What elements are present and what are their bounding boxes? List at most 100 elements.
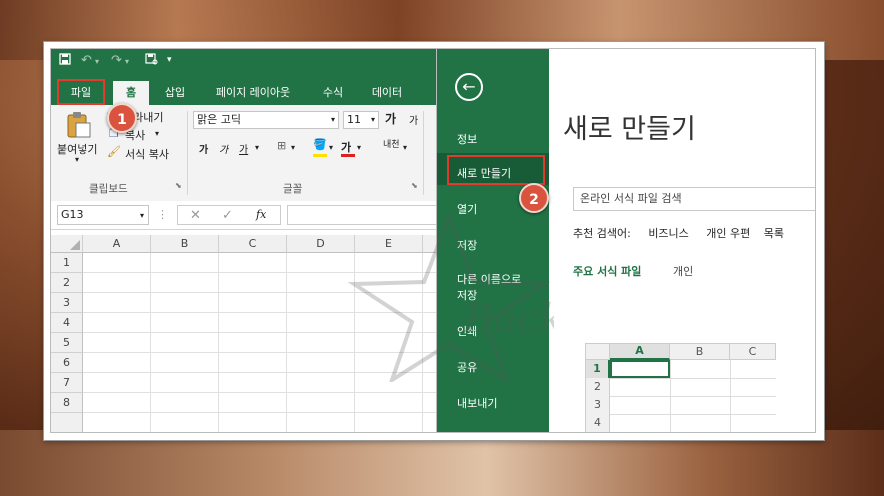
shrink-font-button[interactable]: 가 <box>409 112 418 127</box>
worksheet-cell[interactable] <box>287 293 355 313</box>
redo-dropdown-icon[interactable]: ▾ <box>125 57 129 66</box>
fill-color-dropdown-icon[interactable]: ▾ <box>329 143 333 152</box>
worksheet-cell[interactable] <box>151 293 219 313</box>
underline-button[interactable]: 가 <box>239 141 248 156</box>
column-header-b[interactable]: B <box>151 235 219 253</box>
row-header[interactable]: 1 <box>51 253 83 273</box>
customize-qat-icon[interactable]: ▾ <box>167 55 172 65</box>
blank-workbook-thumbnail[interactable]: A B C 1 2 3 4 <box>585 343 776 432</box>
tab-data[interactable]: 데이터 <box>363 81 411 105</box>
worksheet-cell[interactable] <box>355 413 423 432</box>
tab-featured[interactable]: 주요 서식 파일 <box>573 263 641 279</box>
worksheet-cell[interactable] <box>219 273 287 293</box>
worksheet-cell[interactable] <box>151 353 219 373</box>
worksheet-cell[interactable] <box>151 333 219 353</box>
redo-icon[interactable]: ↷ <box>111 53 122 68</box>
worksheet-cell[interactable] <box>83 373 151 393</box>
column-header-e[interactable]: E <box>355 235 423 253</box>
suggest-link-business[interactable]: 비즈니스 <box>648 227 688 240</box>
worksheet-cell[interactable] <box>287 253 355 273</box>
undo-icon[interactable]: ↶ <box>81 53 92 68</box>
font-color-dropdown-icon[interactable]: ▾ <box>357 143 361 152</box>
worksheet-cell[interactable] <box>151 273 219 293</box>
worksheet-cell[interactable] <box>219 313 287 333</box>
worksheet-cell[interactable] <box>219 293 287 313</box>
worksheet-cell[interactable] <box>83 293 151 313</box>
worksheet-cell[interactable] <box>355 393 423 413</box>
worksheet-cell[interactable] <box>287 393 355 413</box>
format-painter-button[interactable]: 서식 복사 <box>125 146 169 162</box>
worksheet-cell[interactable] <box>83 393 151 413</box>
row-header[interactable]: 5 <box>51 333 83 353</box>
worksheet-cell[interactable] <box>219 353 287 373</box>
paste-button[interactable]: 붙여넣기 ▾ <box>57 109 101 167</box>
tab-home[interactable]: 홈 <box>113 81 149 105</box>
worksheet-cell[interactable] <box>151 373 219 393</box>
phonetic-button[interactable]: 내천 <box>383 137 400 150</box>
row-header[interactable]: 7 <box>51 373 83 393</box>
border-dropdown-icon[interactable]: ▾ <box>291 143 295 152</box>
row-header[interactable]: 3 <box>51 293 83 313</box>
format-painter-icon[interactable]: 🖌 <box>107 145 121 158</box>
clipboard-launcher-icon[interactable]: ⬊ <box>175 181 182 190</box>
insert-function-button[interactable]: fx <box>256 208 266 221</box>
select-all-corner[interactable] <box>51 235 83 253</box>
row-header[interactable]: 4 <box>51 313 83 333</box>
worksheet-cell[interactable] <box>83 253 151 273</box>
worksheet-cell[interactable] <box>355 273 423 293</box>
worksheet-cell[interactable] <box>219 393 287 413</box>
row-header[interactable] <box>51 413 83 432</box>
underline-dropdown-icon[interactable]: ▾ <box>255 143 259 152</box>
font-size-dropdown[interactable]: 11 ▾ <box>343 111 379 129</box>
tab-insert[interactable]: 삽입 <box>157 81 193 105</box>
worksheet-cell[interactable] <box>355 353 423 373</box>
backstage-item-open[interactable]: 열기 <box>457 201 477 217</box>
row-header[interactable]: 2 <box>51 273 83 293</box>
worksheet-cell[interactable] <box>287 333 355 353</box>
row-header[interactable]: 8 <box>51 393 83 413</box>
italic-button[interactable]: 가 <box>219 141 228 156</box>
font-color-button[interactable]: 가 <box>341 139 351 155</box>
worksheet-cell[interactable] <box>219 373 287 393</box>
tab-personal[interactable]: 개인 <box>673 263 693 279</box>
back-button[interactable]: ← <box>455 73 483 101</box>
enter-icon[interactable]: ✓ <box>222 208 233 223</box>
suggest-link-list[interactable]: 목록 <box>764 227 784 240</box>
phonetic-dropdown-icon[interactable]: ▾ <box>403 143 407 152</box>
backstage-item-save-as[interactable]: 다른 이름으로 저장 <box>457 271 521 303</box>
suggest-link-personal[interactable]: 개인 우편 <box>706 227 750 240</box>
border-icon[interactable]: ⊞ <box>277 139 286 152</box>
backstage-item-save[interactable]: 저장 <box>457 237 477 253</box>
grow-font-button[interactable]: 가 <box>385 110 396 127</box>
undo-dropdown-icon[interactable]: ▾ <box>95 57 99 66</box>
worksheet-cell[interactable] <box>83 273 151 293</box>
worksheet-cell[interactable] <box>355 253 423 273</box>
worksheet-cell[interactable] <box>151 393 219 413</box>
worksheet-cell[interactable] <box>287 353 355 373</box>
save-icon[interactable] <box>59 53 71 69</box>
template-search-input[interactable]: 온라인 서식 파일 검색 <box>573 187 815 211</box>
cancel-icon[interactable]: ✕ <box>190 208 201 223</box>
worksheet-cell[interactable] <box>83 333 151 353</box>
print-preview-icon[interactable] <box>145 53 158 69</box>
worksheet-cell[interactable] <box>83 313 151 333</box>
backstage-item-export[interactable]: 내보내기 <box>457 395 497 411</box>
worksheet-cell[interactable] <box>355 293 423 313</box>
worksheet-cell[interactable] <box>355 333 423 353</box>
worksheet-cell[interactable] <box>219 333 287 353</box>
backstage-item-info[interactable]: 정보 <box>457 131 477 147</box>
worksheet-cell[interactable] <box>151 413 219 432</box>
column-header-d[interactable]: D <box>287 235 355 253</box>
worksheet-cell[interactable] <box>355 373 423 393</box>
column-header-c[interactable]: C <box>219 235 287 253</box>
font-name-dropdown[interactable]: 맑은 고딕 ▾ <box>193 111 339 129</box>
backstage-item-print[interactable]: 인쇄 <box>457 323 477 339</box>
tab-formulas[interactable]: 수식 <box>313 81 353 105</box>
bold-button[interactable]: 가 <box>199 141 208 156</box>
fill-color-icon[interactable]: 🪣 <box>313 138 327 151</box>
copy-dropdown-icon[interactable]: ▾ <box>155 129 159 138</box>
column-header-a[interactable]: A <box>83 235 151 253</box>
font-launcher-icon[interactable]: ⬊ <box>411 181 418 190</box>
worksheet-cell[interactable] <box>287 373 355 393</box>
worksheet-cell[interactable] <box>151 313 219 333</box>
